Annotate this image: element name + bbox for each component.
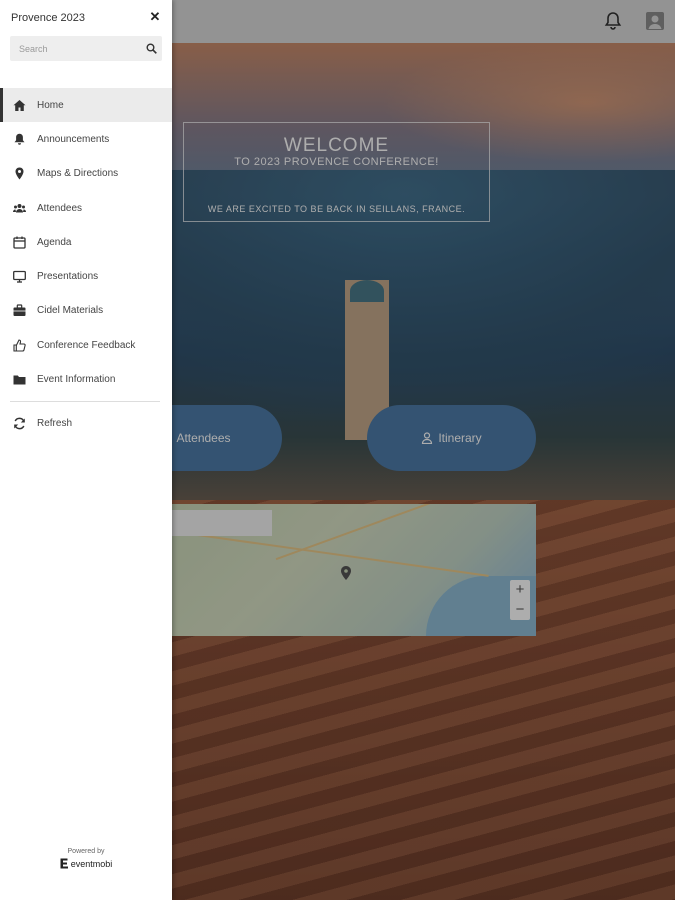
monitor-icon xyxy=(13,270,26,283)
menu-item-presentations[interactable]: Presentations xyxy=(0,259,172,293)
search-input[interactable] xyxy=(10,36,138,61)
powered-by-label: Powered by xyxy=(67,848,105,855)
thumbs-up-icon xyxy=(13,339,26,352)
close-icon[interactable]: ✕ xyxy=(148,10,162,24)
refresh-icon xyxy=(14,417,25,430)
menu-item-attendees[interactable]: Attendees xyxy=(0,191,172,225)
menu-item-label: Cidel Materials xyxy=(37,305,104,317)
menu-item-conference-feedback[interactable]: Conference Feedback xyxy=(0,328,172,362)
menu-item-label: Agenda xyxy=(37,236,72,248)
home-icon xyxy=(13,99,26,111)
drawer-menu: Home Announcements Maps & Directions Att… xyxy=(0,88,172,397)
map-pin-icon xyxy=(15,167,24,180)
menu-item-cidel-materials[interactable]: Cidel Materials xyxy=(0,294,172,328)
side-drawer: Provence 2023 ✕ Home Announcements xyxy=(0,0,172,900)
menu-item-label: Home xyxy=(37,99,64,111)
menu-item-home[interactable]: Home xyxy=(0,88,172,123)
eventmobi-brand: eventmobi xyxy=(0,858,172,869)
search-icon[interactable] xyxy=(146,43,157,54)
powered-by-footer: Powered by eventmobi xyxy=(0,848,172,869)
menu-item-label: Conference Feedback xyxy=(37,339,136,351)
refresh-label: Refresh xyxy=(37,417,73,429)
drawer-title: Provence 2023 xyxy=(11,12,85,24)
menu-item-label: Attendees xyxy=(37,202,83,214)
eventmobi-logo-icon xyxy=(60,858,68,869)
menu-item-refresh[interactable]: Refresh xyxy=(0,406,172,440)
menu-item-announcements[interactable]: Announcements xyxy=(0,122,172,156)
refresh-container: Refresh xyxy=(0,406,172,440)
menu-item-label: Presentations xyxy=(37,271,99,283)
search-box xyxy=(10,36,162,61)
menu-item-label: Announcements xyxy=(37,133,110,145)
menu-item-agenda[interactable]: Agenda xyxy=(0,225,172,259)
menu-item-event-information[interactable]: Event Information xyxy=(0,362,172,396)
bell-icon xyxy=(14,133,25,145)
folder-icon xyxy=(13,375,26,385)
brand-name: eventmobi xyxy=(70,858,113,869)
menu-item-maps-directions[interactable]: Maps & Directions xyxy=(0,157,172,191)
users-icon xyxy=(13,203,26,213)
menu-divider xyxy=(10,401,160,402)
calendar-icon xyxy=(13,236,26,249)
menu-item-label: Maps & Directions xyxy=(37,168,119,180)
menu-item-label: Event Information xyxy=(37,374,116,386)
briefcase-icon xyxy=(13,304,26,317)
